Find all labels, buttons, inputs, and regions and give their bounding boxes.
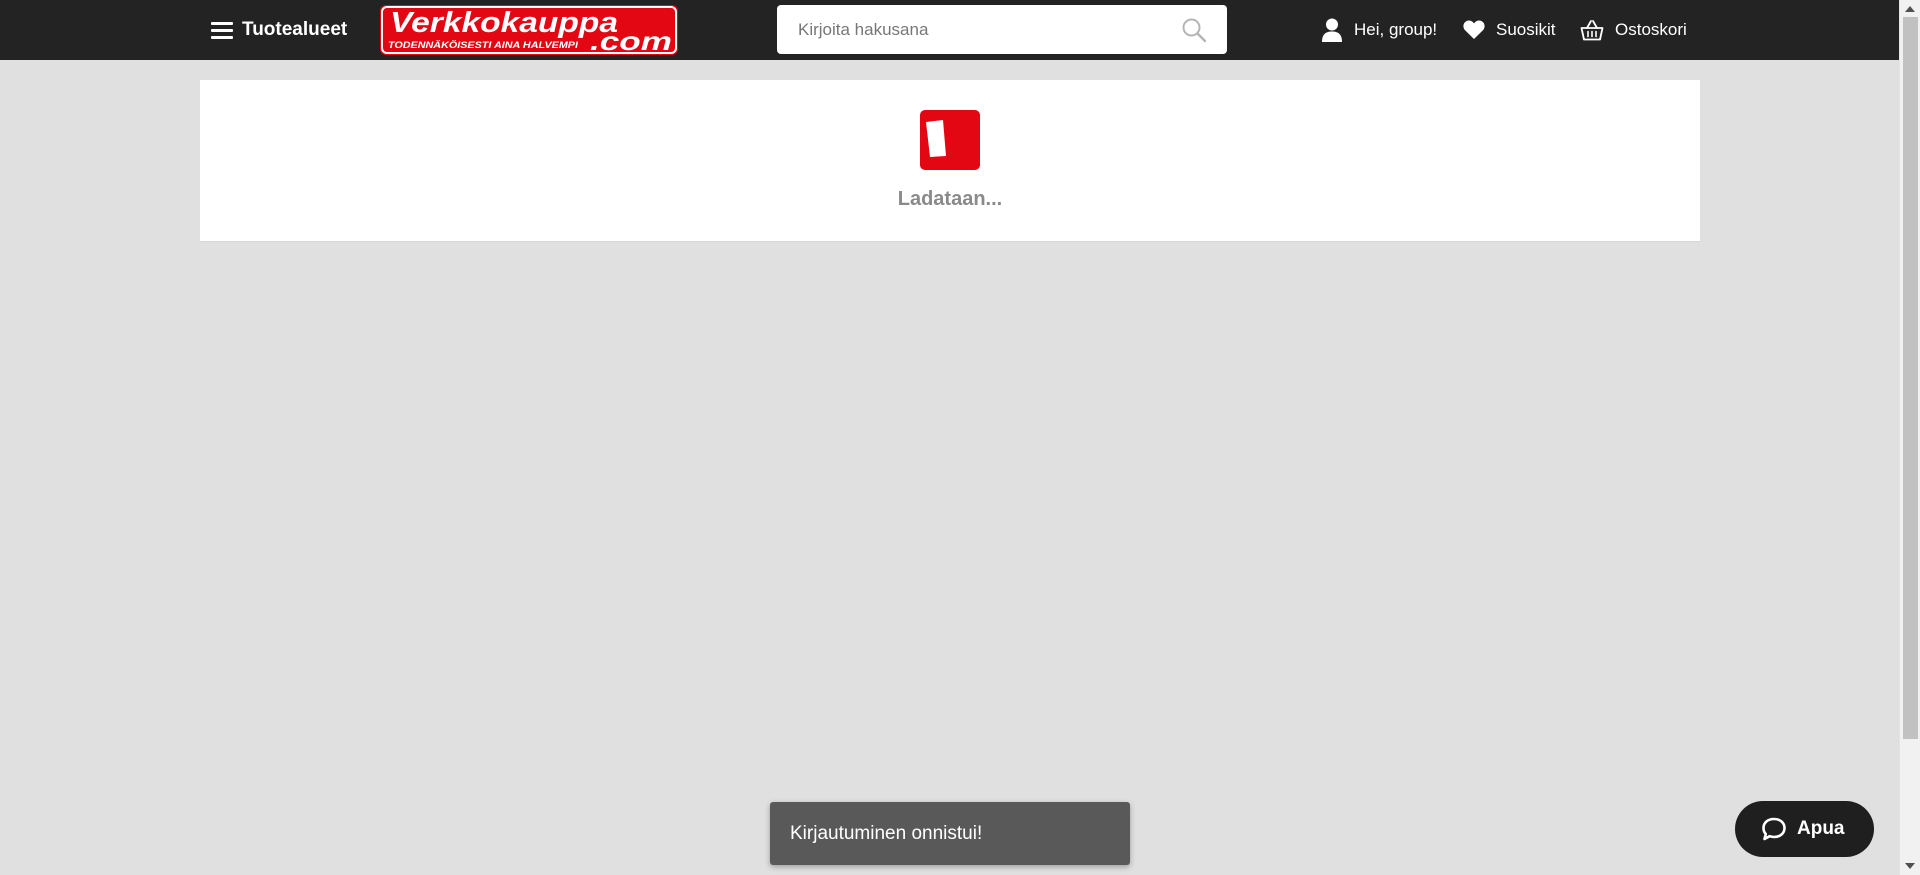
logo-domain-text: .com [590,26,672,55]
loading-text: Ladataan... [897,188,1003,210]
scrollbar-thumb[interactable] [1903,17,1918,739]
account-greeting: Hei, group! [1354,20,1438,39]
help-label: Apua [1797,818,1845,839]
user-icon [1322,18,1342,42]
top-header: Tuotealueet Verkkokauppa .com TODENNÄKÖI… [0,0,1899,60]
page-viewport: Tuotealueet Verkkokauppa .com TODENNÄKÖI… [0,0,1899,875]
shopping-basket-icon [1580,20,1604,41]
favorites-label: Suosikit [1496,20,1556,39]
chat-bubble-icon [1762,817,1786,841]
login-success-toast: Kirjautuminen onnistui! [770,802,1130,865]
search-box [777,5,1227,54]
heart-icon [1463,20,1485,39]
store-logo[interactable]: Verkkokauppa .com TODENNÄKÖISESTI AINA H… [380,5,678,55]
loading-panel: Ladataan... [200,80,1700,242]
account-link[interactable]: Hei, group! [1321,0,1437,60]
hamburger-icon [211,21,233,39]
logo-brand-text: Verkkokauppa [390,7,618,39]
scroll-down-arrow-icon[interactable] [1905,863,1915,869]
help-chat-button[interactable]: Apua [1735,801,1874,857]
search-input[interactable] [777,5,1167,54]
product-categories-menu-button[interactable]: Tuotealueet [211,0,347,60]
product-categories-label: Tuotealueet [242,19,348,40]
scroll-up-arrow-icon[interactable] [1905,6,1915,12]
shopping-cart-link[interactable]: Ostoskori [1580,0,1687,60]
toast-message: Kirjautuminen onnistui! [790,822,983,844]
favorites-link[interactable]: Suosikit [1463,0,1556,60]
shopping-cart-label: Ostoskori [1615,20,1687,39]
logo-tagline: TODENNÄKÖISESTI AINA HALVEMPI [388,40,579,50]
loading-spinner-icon [920,110,980,170]
search-icon[interactable] [1181,17,1207,43]
vertical-scrollbar[interactable] [1899,0,1920,875]
